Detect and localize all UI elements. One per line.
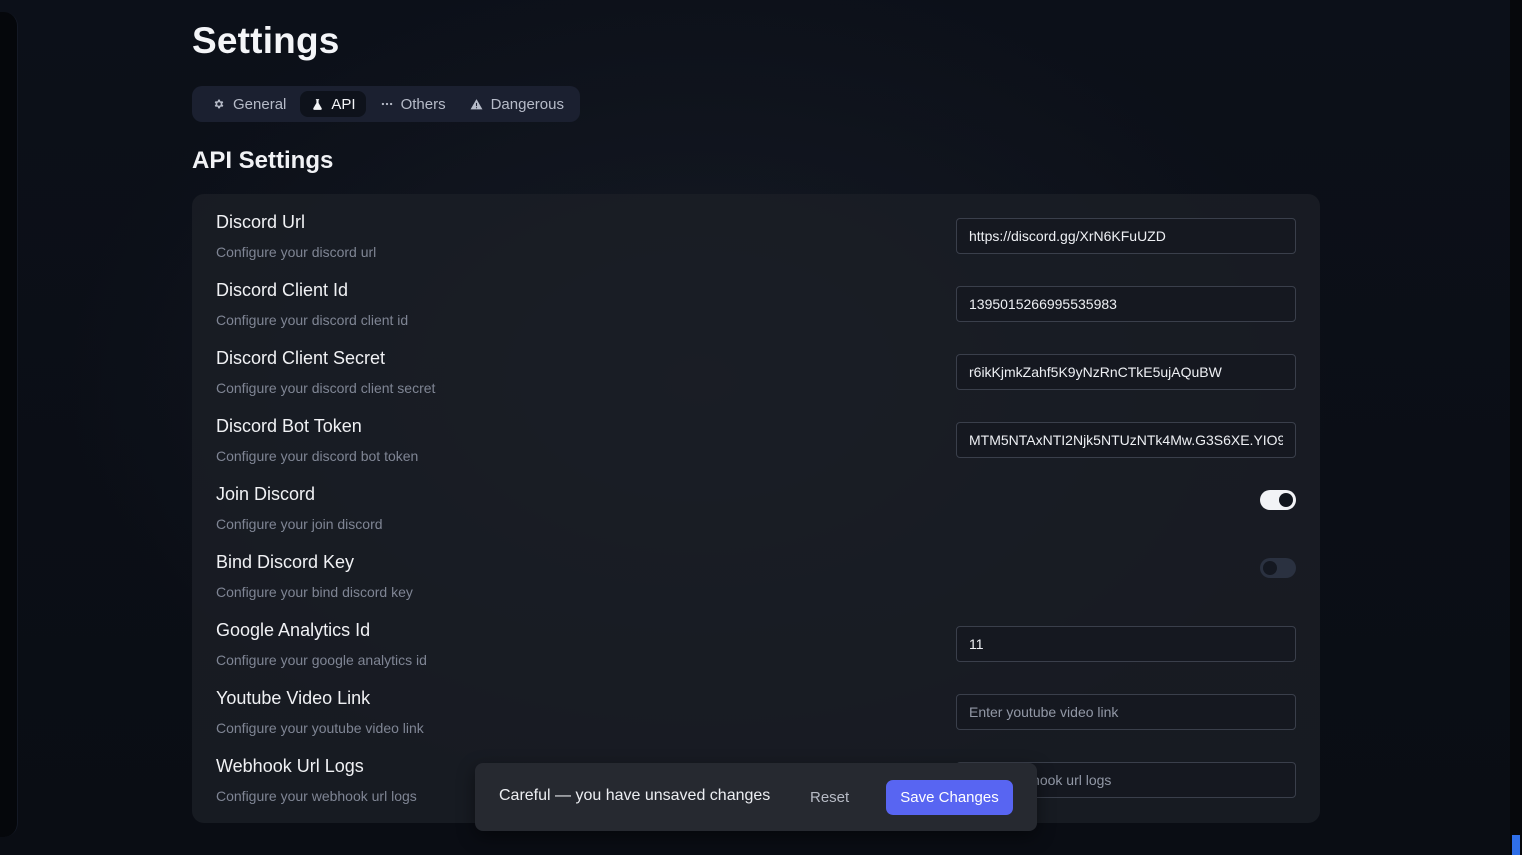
app-stage: Settings General API Others Dangerous AP… (0, 0, 1522, 855)
warning-icon (470, 97, 484, 111)
tab-dangerous[interactable]: Dangerous (460, 91, 574, 117)
setting-label: Discord Bot Token (216, 416, 362, 436)
toggle-knob (1263, 561, 1277, 575)
toast-message: Careful — you have unsaved changes (499, 787, 771, 804)
setting-row-youtube-video-link: Youtube Video Link Configure your youtub… (216, 670, 1296, 738)
scrollbar-track[interactable] (1510, 0, 1522, 855)
bind-discord-key-toggle[interactable] (1260, 558, 1296, 578)
setting-label: Webhook Url Logs (216, 756, 364, 776)
setting-row-bind-discord-key: Bind Discord Key Configure your bind dis… (216, 534, 1296, 602)
setting-description: Configure your bind discord key (216, 584, 413, 600)
setting-row-google-analytics-id: Google Analytics Id Configure your googl… (216, 602, 1296, 670)
setting-row-discord-url: Discord Url Configure your discord url (216, 194, 1296, 262)
setting-row-discord-client-secret: Discord Client Secret Configure your dis… (216, 330, 1296, 398)
sidebar-panel-edge (0, 12, 18, 837)
tab-others[interactable]: Others (370, 91, 456, 117)
save-changes-button[interactable]: Save Changes (886, 780, 1013, 815)
tab-api[interactable]: API (300, 91, 366, 117)
discord-client-id-input[interactable] (956, 286, 1296, 322)
setting-description: Configure your youtube video link (216, 720, 424, 736)
page-title: Settings (192, 20, 340, 61)
setting-label: Google Analytics Id (216, 620, 371, 640)
setting-description: Configure your webhook url logs (216, 788, 417, 804)
setting-description: Configure your join discord (216, 516, 383, 532)
discord-bot-token-input[interactable] (956, 422, 1296, 458)
setting-label: Discord Url (216, 212, 306, 232)
setting-description: Configure your discord client secret (216, 380, 436, 396)
setting-label: Join Discord (216, 484, 316, 504)
setting-row-join-discord: Join Discord Configure your join discord (216, 466, 1296, 534)
youtube-video-link-input[interactable] (956, 694, 1296, 730)
setting-label: Discord Client Id (216, 280, 349, 300)
toggle-knob (1279, 493, 1293, 507)
settings-tabs: General API Others Dangerous (192, 86, 580, 122)
join-discord-toggle[interactable] (1260, 490, 1296, 510)
api-settings-card: Discord Url Configure your discord url D… (192, 194, 1320, 823)
tab-api-label: API (331, 95, 356, 113)
flask-icon (310, 97, 324, 111)
tab-others-label: Others (400, 95, 446, 113)
setting-description: Configure your discord client id (216, 312, 409, 328)
unsaved-changes-toast: Careful — you have unsaved changes Reset… (475, 763, 1037, 831)
setting-label: Discord Client Secret (216, 348, 386, 368)
setting-row-discord-bot-token: Discord Bot Token Configure your discord… (216, 398, 1296, 466)
tab-general-label: General (233, 95, 287, 113)
tab-general[interactable]: General (202, 91, 296, 117)
tab-dangerous-label: Dangerous (490, 95, 564, 113)
setting-label: Bind Discord Key (216, 552, 355, 572)
setting-row-discord-client-id: Discord Client Id Configure your discord… (216, 262, 1296, 330)
setting-description: Configure your discord bot token (216, 448, 419, 464)
discord-client-secret-input[interactable] (956, 354, 1296, 390)
reset-button[interactable]: Reset (810, 789, 849, 806)
discord-url-input[interactable] (956, 218, 1296, 254)
google-analytics-id-input[interactable] (956, 626, 1296, 662)
section-title: API Settings (192, 147, 334, 174)
gear-icon (212, 97, 226, 111)
setting-description: Configure your google analytics id (216, 652, 427, 668)
setting-label: Youtube Video Link (216, 688, 371, 708)
scrollbar-thumb[interactable] (1512, 835, 1520, 855)
setting-description: Configure your discord url (216, 244, 377, 260)
ellipsis-icon (380, 97, 394, 111)
